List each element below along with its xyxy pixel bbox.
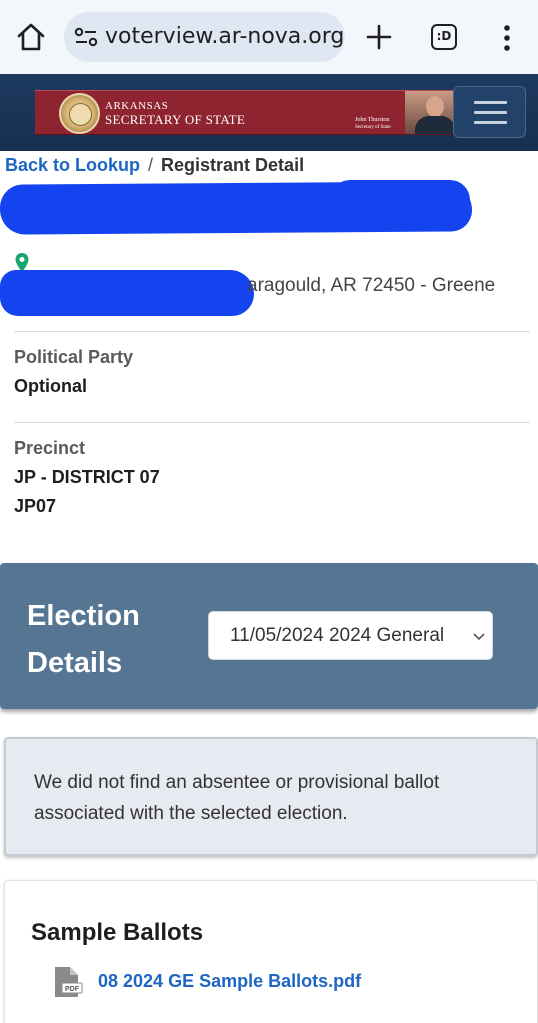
- menu-toggle-button[interactable]: [453, 86, 526, 138]
- precinct-label: Precinct: [14, 438, 86, 458]
- browser-toolbar: voterview.ar-nova.org/ :D: [0, 0, 538, 74]
- pdf-file-icon: PDF: [55, 967, 83, 997]
- election-select-value: 11/05/2024 2024 General: [230, 625, 445, 646]
- site-settings-icon[interactable]: [74, 26, 98, 48]
- ballot-notice: We did not find an absentee or provision…: [4, 737, 538, 856]
- back-to-lookup-link[interactable]: Back to Lookup: [5, 155, 140, 175]
- party-label: Political Party: [14, 347, 134, 367]
- url-text: voterview.ar-nova.org/: [105, 24, 345, 49]
- home-icon[interactable]: [14, 20, 48, 54]
- banner-state: ARKANSAS: [105, 100, 169, 112]
- sample-ballots-title: Sample Ballots: [31, 919, 204, 946]
- banner-official-name: John Thurston: [355, 117, 390, 123]
- secretary-of-state-banner[interactable]: ARKANSAS SECRETARY OF STATE John Thursto…: [35, 90, 473, 135]
- banner-official-title: Secretary of State: [355, 125, 391, 130]
- divider: [14, 331, 530, 332]
- ballot-notice-text: We did not find an absentee or provision…: [34, 772, 440, 824]
- party-value: Optional: [14, 376, 87, 396]
- election-details-title: Election Details: [27, 600, 140, 679]
- redacted-street-address: [0, 270, 254, 316]
- chevron-down-icon: [473, 633, 485, 641]
- pdf-icon-label: PDF: [65, 986, 80, 993]
- breadcrumb-separator: /: [148, 155, 154, 175]
- sample-ballots-card: Sample Ballots PDF 08 2024 GE Sample Bal…: [4, 880, 538, 1023]
- redacted-name-overlap: [330, 180, 470, 220]
- banner-office: SECRETARY OF STATE: [105, 112, 246, 127]
- divider: [14, 422, 530, 423]
- precinct-district: JP - DISTRICT 07: [14, 467, 160, 487]
- tab-switcher-icon[interactable]: :D: [431, 24, 457, 50]
- election-select[interactable]: 11/05/2024 2024 General: [208, 611, 493, 660]
- state-seal-icon: [59, 93, 100, 134]
- breadcrumb: Back to Lookup / Registrant Detail: [5, 155, 304, 176]
- address-bar[interactable]: voterview.ar-nova.org/: [64, 12, 345, 62]
- sample-ballot-pdf-link[interactable]: 08 2024 GE Sample Ballots.pdf: [98, 971, 361, 992]
- plus-icon[interactable]: [364, 22, 394, 52]
- breadcrumb-current: Registrant Detail: [161, 155, 305, 175]
- precinct-code: JP07: [14, 496, 57, 516]
- election-details-panel: Election Details 11/05/2024 2024 General: [0, 563, 538, 709]
- more-vert-icon[interactable]: [497, 24, 517, 52]
- site-header: ARKANSAS SECRETARY OF STATE John Thursto…: [0, 74, 538, 151]
- registrant-address: aragould, AR 72450 - Greene: [247, 275, 496, 296]
